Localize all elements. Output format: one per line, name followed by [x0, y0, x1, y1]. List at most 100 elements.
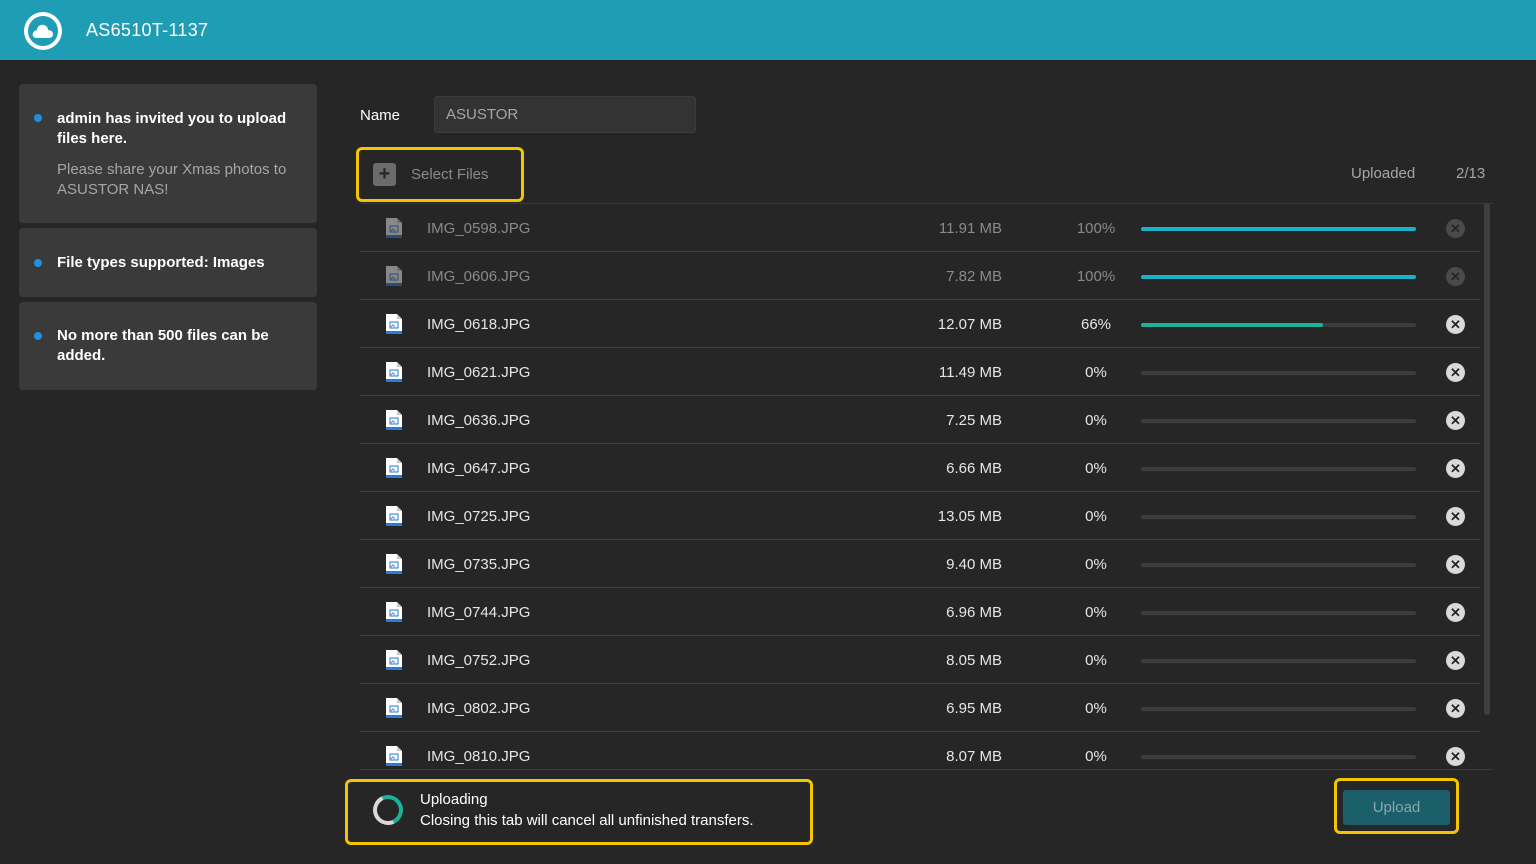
file-size: 9.40 MB [946, 556, 1002, 573]
progress-bar [1141, 611, 1416, 615]
file-progress-percent: 100% [1076, 220, 1116, 237]
file-row: IMG_0606.JPG 7.82 MB 100% ✕ [360, 252, 1480, 300]
close-circle-icon[interactable]: ✕ [1446, 315, 1465, 334]
image-file-icon [386, 266, 402, 286]
uploaded-count: 2/13 [1456, 165, 1486, 182]
upload-button-highlight: Upload [1334, 778, 1459, 834]
progress-bar [1141, 227, 1416, 231]
image-file-icon [386, 506, 402, 526]
close-circle-icon[interactable]: ✕ [1446, 267, 1465, 286]
file-name: IMG_0606.JPG [427, 268, 531, 285]
file-progress-percent: 0% [1085, 748, 1107, 765]
uploaded-label: Uploaded [1351, 165, 1416, 182]
image-file-icon [386, 314, 402, 334]
file-size: 7.82 MB [946, 268, 1002, 285]
file-progress-percent: 66% [1080, 316, 1112, 333]
file-name: IMG_0618.JPG [427, 316, 531, 333]
image-file-icon [386, 554, 402, 574]
file-progress-percent: 0% [1085, 700, 1107, 717]
file-size: 6.66 MB [946, 460, 1002, 477]
image-file-icon [386, 362, 402, 382]
image-file-icon [386, 602, 402, 622]
file-types-text: File types supported: Images [57, 254, 265, 271]
close-circle-icon[interactable]: ✕ [1446, 411, 1465, 430]
divider [360, 769, 1493, 770]
file-progress-percent: 0% [1085, 652, 1107, 669]
status-message: Closing this tab will cancel all unfinis… [420, 812, 754, 829]
file-name: IMG_0725.JPG [427, 508, 531, 525]
file-row: IMG_0744.JPG 6.96 MB 0% ✕ [360, 588, 1480, 636]
progress-bar [1141, 419, 1416, 423]
file-progress-percent: 100% [1076, 268, 1116, 285]
progress-bar-fill [1141, 275, 1416, 279]
close-circle-icon[interactable]: ✕ [1446, 507, 1465, 526]
name-input[interactable] [434, 96, 696, 133]
cloud-logo-icon [24, 12, 62, 50]
file-row: IMG_0810.JPG 8.07 MB 0% ✕ [360, 732, 1480, 769]
status-title: Uploading [420, 791, 488, 808]
file-size: 7.25 MB [946, 412, 1002, 429]
file-row: IMG_0598.JPG 11.91 MB 100% ✕ [360, 204, 1480, 252]
progress-bar-fill [1141, 227, 1416, 231]
file-size: 6.96 MB [946, 604, 1002, 621]
image-file-icon [386, 410, 402, 430]
progress-bar [1141, 563, 1416, 567]
bullet-icon [34, 332, 42, 340]
progress-bar-fill [1141, 323, 1323, 327]
file-name: IMG_0636.JPG [427, 412, 531, 429]
close-circle-icon[interactable]: ✕ [1446, 363, 1465, 382]
image-file-icon [386, 698, 402, 718]
top-bar: AS6510T-1137 [0, 0, 1536, 60]
name-label: Name [360, 107, 401, 124]
close-circle-icon[interactable]: ✕ [1446, 555, 1465, 574]
bullet-icon [34, 259, 42, 267]
file-list-scrollbar[interactable] [1484, 203, 1490, 715]
file-progress-percent: 0% [1085, 604, 1107, 621]
select-files-label: Select Files [411, 166, 489, 183]
close-circle-icon[interactable]: ✕ [1446, 651, 1465, 670]
progress-bar [1141, 371, 1416, 375]
select-files-button[interactable]: + Select Files [356, 147, 524, 202]
info-card-invite: admin has invited you to upload files he… [19, 84, 317, 223]
image-file-icon [386, 458, 402, 478]
upload-status: Uploading Closing this tab will cancel a… [345, 779, 813, 845]
file-row: IMG_0752.JPG 8.05 MB 0% ✕ [360, 636, 1480, 684]
app-title: AS6510T-1137 [86, 20, 209, 40]
file-name: IMG_0752.JPG [427, 652, 531, 669]
file-progress-percent: 0% [1085, 460, 1107, 477]
close-circle-icon[interactable]: ✕ [1446, 603, 1465, 622]
file-size: 12.07 MB [937, 316, 1002, 333]
file-name: IMG_0810.JPG [427, 748, 531, 765]
progress-bar [1141, 515, 1416, 519]
file-progress-percent: 0% [1085, 556, 1107, 573]
file-row: IMG_0802.JPG 6.95 MB 0% ✕ [360, 684, 1480, 732]
progress-bar [1141, 707, 1416, 711]
file-name: IMG_0802.JPG [427, 700, 531, 717]
file-name: IMG_0621.JPG [427, 364, 531, 381]
file-name: IMG_0744.JPG [427, 604, 531, 621]
file-size: 11.49 MB [938, 364, 1002, 381]
file-size: 8.07 MB [946, 748, 1002, 765]
invite-message: admin has invited you to upload files he… [57, 110, 287, 147]
close-circle-icon[interactable]: ✕ [1446, 459, 1465, 478]
close-circle-icon[interactable]: ✕ [1446, 699, 1465, 718]
file-size: 13.05 MB [937, 508, 1002, 525]
file-row: IMG_0621.JPG 11.49 MB 0% ✕ [360, 348, 1480, 396]
file-size: 8.05 MB [946, 652, 1002, 669]
progress-bar [1141, 755, 1416, 759]
file-size: 6.95 MB [946, 700, 1002, 717]
progress-bar [1141, 467, 1416, 471]
close-circle-icon[interactable]: ✕ [1446, 219, 1465, 238]
invite-note: Please share your Xmas photos to ASUSTOR… [57, 161, 287, 198]
info-card-file-limit: No more than 500 files can be added. [19, 302, 317, 390]
file-progress-percent: 0% [1085, 412, 1107, 429]
file-name: IMG_0647.JPG [427, 460, 531, 477]
plus-icon: + [373, 163, 396, 186]
file-row: IMG_0636.JPG 7.25 MB 0% ✕ [360, 396, 1480, 444]
file-limit-text: No more than 500 files can be added. [57, 327, 269, 364]
spinner-icon [368, 790, 408, 830]
close-circle-icon[interactable]: ✕ [1446, 747, 1465, 766]
file-row: IMG_0735.JPG 9.40 MB 0% ✕ [360, 540, 1480, 588]
bullet-icon [34, 114, 42, 122]
upload-button[interactable]: Upload [1343, 790, 1450, 825]
